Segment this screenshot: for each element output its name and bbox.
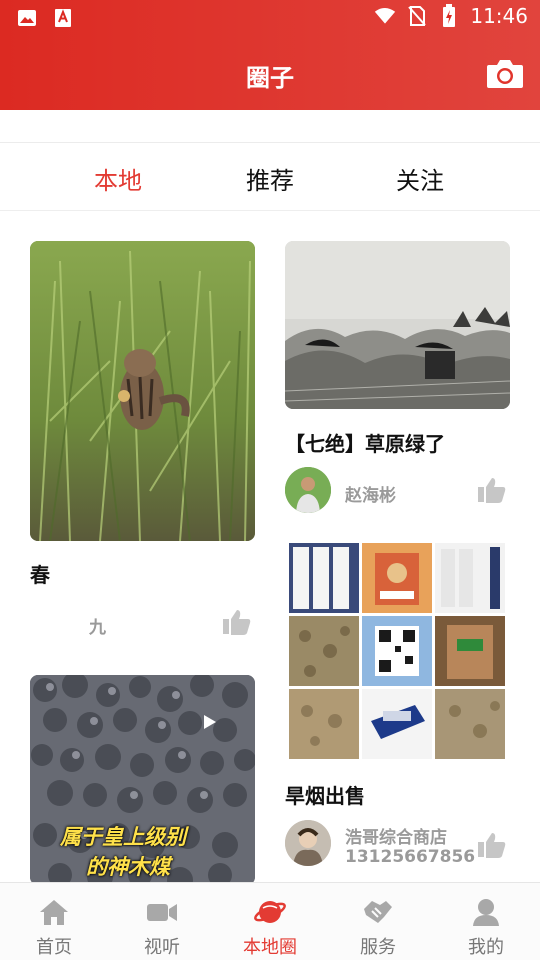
battery-charging-icon	[438, 4, 460, 27]
like-icon[interactable]	[477, 476, 507, 504]
avatar[interactable]	[285, 820, 331, 866]
feed-tabs: 本地 推荐 关注	[0, 143, 540, 211]
post-image-grassland[interactable]	[285, 241, 510, 409]
feed: 春 九 属于皇上级别 的神木煤 【七绝】草原绿了 赵海彬 旱烟出售 浩哥综合商店…	[0, 212, 540, 882]
author-name[interactable]: 九	[89, 613, 106, 638]
nav-label: 首页	[36, 937, 72, 958]
avatar[interactable]	[285, 467, 331, 513]
video-camera-icon	[146, 897, 178, 927]
gallery-icon	[16, 7, 38, 29]
play-icon[interactable]	[200, 713, 218, 731]
video-overlay-line-2: 的神木煤	[86, 855, 170, 879]
post-video-coal[interactable]: 属于皇上级别 的神木煤	[30, 675, 255, 882]
post-image-chipmunk[interactable]	[30, 241, 255, 541]
app-header: 圈子	[0, 38, 540, 110]
camera-icon	[487, 60, 523, 88]
handshake-icon	[362, 897, 394, 927]
like-icon[interactable]	[222, 608, 252, 636]
page-title: 圈子	[246, 64, 294, 92]
nav-label: 本地圈	[243, 937, 297, 958]
post-title[interactable]: 旱烟出售	[285, 780, 365, 809]
post-title[interactable]: 春	[30, 559, 50, 588]
video-overlay-line-1: 属于皇上级别	[60, 825, 186, 849]
tab-following[interactable]: 关注	[396, 161, 444, 196]
user-icon	[470, 897, 502, 927]
post-image-tobacco[interactable]	[285, 541, 510, 761]
nav-label: 视听	[144, 937, 180, 958]
post-title[interactable]: 【七绝】草原绿了	[285, 428, 445, 457]
nav-profile[interactable]: 我的	[432, 883, 540, 961]
nav-service[interactable]: 服务	[324, 883, 432, 961]
status-bar: 11:46	[0, 0, 540, 38]
camera-button[interactable]	[486, 56, 524, 90]
no-sim-icon	[406, 5, 428, 27]
tab-recommended[interactable]: 推荐	[246, 161, 294, 196]
tab-local[interactable]: 本地	[94, 161, 142, 196]
status-time: 11:46	[470, 4, 528, 28]
nav-label: 我的	[468, 937, 504, 958]
app-a-icon	[52, 7, 74, 29]
author-phone: 13125667856	[345, 847, 476, 867]
planet-icon	[254, 897, 286, 927]
author-name[interactable]: 赵海彬	[345, 481, 396, 506]
bottom-nav: 首页 视听 本地圈 服务 我的	[0, 882, 540, 960]
wifi-icon	[374, 5, 396, 27]
author-name[interactable]: 浩哥综合商店	[345, 823, 447, 848]
nav-local-circle[interactable]: 本地圈	[216, 883, 324, 961]
home-icon	[38, 897, 70, 927]
nav-label: 服务	[360, 937, 396, 958]
nav-home[interactable]: 首页	[0, 883, 108, 961]
nav-video[interactable]: 视听	[108, 883, 216, 961]
like-icon[interactable]	[477, 831, 507, 859]
